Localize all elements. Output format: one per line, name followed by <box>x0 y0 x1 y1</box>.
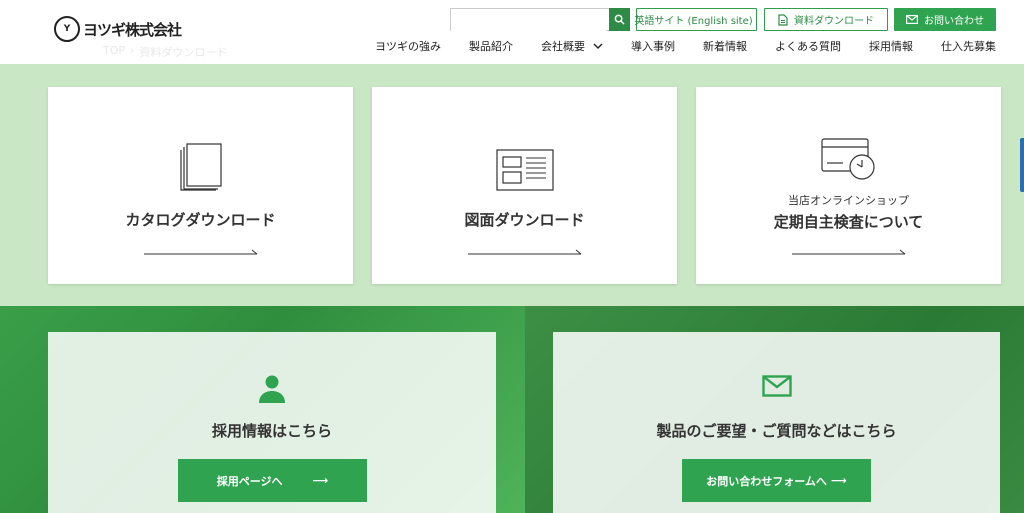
search-box <box>450 8 630 31</box>
nav-label: 導入事例 <box>631 40 675 53</box>
recruit-title: 採用情報はこちら <box>211 422 332 440</box>
recruit-panel: 採用情報はこちら 採用ページへ ⟶ <box>48 332 496 513</box>
nav-label: 採用情報 <box>869 40 913 53</box>
nav-item-recruit[interactable]: 採用情報 <box>855 38 927 54</box>
breadcrumb-separator: › <box>130 44 135 57</box>
document-download-label: 資料ダウンロード <box>794 16 874 27</box>
nav-item-products[interactable]: 製品紹介 <box>455 38 527 54</box>
logo-mark-icon: Y <box>54 16 80 42</box>
card-title: 定期自主検査について <box>773 213 924 231</box>
search-button[interactable] <box>609 8 630 31</box>
nav-label: よくある質問 <box>775 40 841 53</box>
arrow-right-icon <box>467 249 581 255</box>
nav-item-cases[interactable]: 導入事例 <box>617 38 689 54</box>
card-title: 図面ダウンロード <box>464 211 585 229</box>
logo-text: ヨツギ株式会社 <box>83 20 182 39</box>
catalog-download-card[interactable]: カタログダウンロード <box>48 87 353 284</box>
company-logo[interactable]: Y ヨツギ株式会社 <box>54 16 182 42</box>
nav-label: ヨツギの強み <box>375 40 441 53</box>
nav-label: 製品紹介 <box>469 40 513 53</box>
search-icon <box>614 14 625 25</box>
search-input[interactable] <box>451 10 606 31</box>
drawing-download-card[interactable]: 図面ダウンロード <box>372 87 677 284</box>
arrow-right-icon: ⟶ <box>312 474 329 487</box>
nav-item-company[interactable]: 会社概要 <box>527 38 617 54</box>
nav-item-faq[interactable]: よくある質問 <box>761 38 855 54</box>
site-header: Y ヨツギ株式会社 TOP › 資料ダウンロード 英語サイト (English … <box>0 0 1024 64</box>
envelope-icon <box>761 375 792 397</box>
document-download-button[interactable]: 資料ダウンロード <box>764 8 888 31</box>
drawing-icon <box>495 149 554 191</box>
inquiry-title: 製品のご要望・ご質問などはこちら <box>656 422 897 440</box>
mail-icon <box>906 15 918 24</box>
nav-item-suppliers[interactable]: 仕入先募集 <box>927 38 996 54</box>
card-clock-icon <box>820 138 875 180</box>
inspection-card[interactable]: 当店オンラインショップ 定期自主検査について <box>696 87 1001 284</box>
nav-item-news[interactable]: 新着情報 <box>689 38 761 54</box>
global-nav: ヨツギの強み 製品紹介 会社概要 導入事例 新着情報 よくある質問 採用情報 仕… <box>361 38 996 54</box>
english-site-label: 英語サイト (English site) <box>634 16 753 27</box>
card-title: カタログダウンロード <box>125 211 276 229</box>
card-subtitle: 当店オンラインショップ <box>788 194 909 207</box>
breadcrumb-current: 資料ダウンロード <box>139 46 228 59</box>
nav-label: 会社概要 <box>541 40 585 53</box>
inquiry-button-label: お問い合わせフォームへ <box>706 474 827 488</box>
contact-button[interactable]: お問い合わせ <box>894 8 996 31</box>
catalog-icon <box>179 143 222 191</box>
arrow-right-icon <box>791 249 905 255</box>
english-site-button[interactable]: 英語サイト (English site) <box>634 8 757 31</box>
person-icon <box>259 375 285 403</box>
contact-label: お問い合わせ <box>924 16 984 27</box>
breadcrumb-home[interactable]: TOP <box>103 44 125 60</box>
nav-label: 仕入先募集 <box>941 40 996 53</box>
arrow-right-icon: ⟶ <box>830 474 847 487</box>
recruit-button-label: 採用ページへ <box>216 474 283 488</box>
inquiry-form-button[interactable]: お問い合わせフォームへ ⟶ <box>682 459 871 502</box>
chevron-down-icon <box>593 43 603 49</box>
side-tab[interactable] <box>1020 138 1024 192</box>
inquiry-panel: 製品のご要望・ご質問などはこちら お問い合わせフォームへ ⟶ <box>553 332 1000 513</box>
recruit-page-button[interactable]: 採用ページへ ⟶ <box>178 459 367 502</box>
nav-label: 新着情報 <box>703 40 747 53</box>
breadcrumb: TOP › 資料ダウンロード <box>103 44 227 60</box>
arrow-right-icon <box>143 249 257 255</box>
nav-item-strengths[interactable]: ヨツギの強み <box>361 38 455 54</box>
document-icon <box>778 13 788 26</box>
